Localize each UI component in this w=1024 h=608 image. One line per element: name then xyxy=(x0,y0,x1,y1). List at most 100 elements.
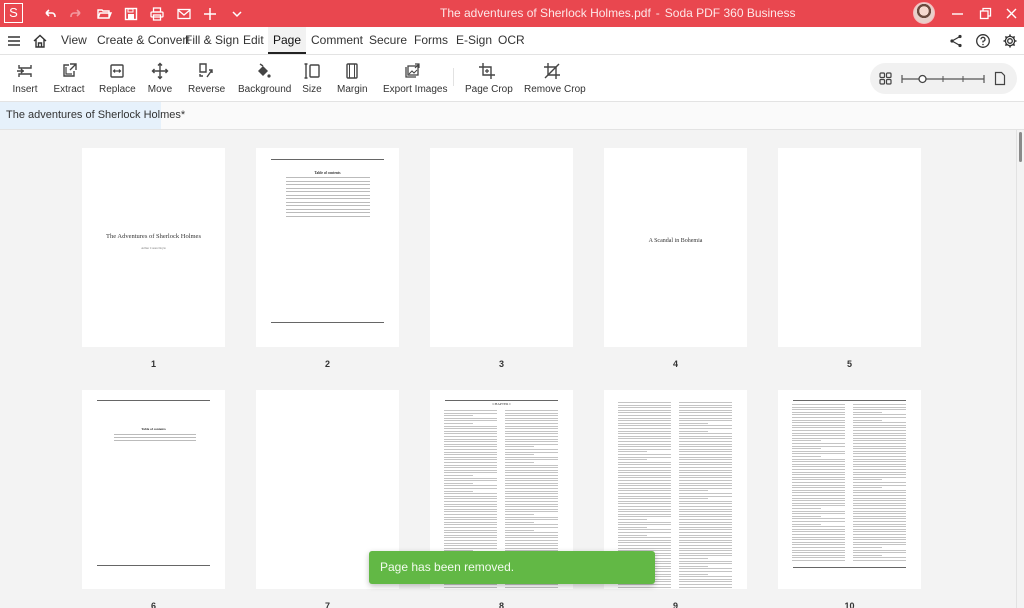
menu-e-sign[interactable]: E-Sign xyxy=(456,27,492,54)
page-crop-button[interactable]: Page Crop xyxy=(465,61,513,95)
replace-button[interactable]: Replace xyxy=(99,61,136,95)
text-line xyxy=(679,511,732,513)
text-line xyxy=(505,482,558,484)
grid-view-icon[interactable] xyxy=(879,72,892,85)
text-line xyxy=(505,524,558,526)
menu-forms[interactable]: Forms xyxy=(414,27,448,54)
text-line xyxy=(444,417,497,419)
text-line xyxy=(853,440,906,442)
page-number-1: 1 xyxy=(150,359,156,369)
text-line xyxy=(679,573,709,575)
export-images-button[interactable]: Export Images xyxy=(383,61,447,95)
undo-icon[interactable] xyxy=(39,4,61,23)
text-line xyxy=(792,552,845,554)
text-line xyxy=(679,417,732,419)
text-line xyxy=(618,542,671,544)
share-icon[interactable] xyxy=(947,32,965,50)
text-line xyxy=(853,443,906,444)
save-icon[interactable] xyxy=(120,4,142,23)
text-line xyxy=(792,435,845,437)
text-line xyxy=(853,544,906,546)
minimize-icon[interactable] xyxy=(946,4,968,23)
page-thumbnail-2[interactable]: Table of contents xyxy=(256,148,399,347)
background-button[interactable]: Background xyxy=(238,61,291,95)
text-line xyxy=(444,454,497,456)
zoom-slider[interactable] xyxy=(900,71,988,87)
reverse-label: Reverse xyxy=(188,84,226,95)
hamburger-menu-icon[interactable] xyxy=(5,32,23,50)
page-thumbnail-10[interactable] xyxy=(778,390,921,589)
home-icon[interactable] xyxy=(31,32,49,50)
user-avatar[interactable] xyxy=(913,2,935,24)
print-icon[interactable] xyxy=(146,4,168,23)
text-line xyxy=(505,586,558,588)
text-line xyxy=(792,458,845,460)
text-line xyxy=(679,454,732,455)
single-page-view-icon[interactable] xyxy=(994,71,1006,86)
menu-create-convert[interactable]: Create & Convert xyxy=(97,27,190,54)
text-line xyxy=(505,412,558,414)
text-line xyxy=(679,503,732,505)
text-line xyxy=(792,541,845,543)
size-button[interactable]: Size xyxy=(300,61,324,95)
menu-secure[interactable]: Secure xyxy=(369,27,407,54)
toc-heading: Table of contents xyxy=(314,171,341,175)
page-thumbnail-6[interactable]: Table of contents xyxy=(82,390,225,589)
margin-button[interactable]: Margin xyxy=(337,61,368,95)
menu-comment[interactable]: Comment xyxy=(311,27,363,54)
move-button[interactable]: Move xyxy=(147,61,173,95)
text-line xyxy=(679,446,732,448)
text-line xyxy=(792,534,845,535)
text-line xyxy=(679,407,732,409)
text-line xyxy=(679,438,732,440)
reverse-button[interactable]: Reverse xyxy=(188,61,226,95)
page-thumbnail-1[interactable]: The Adventures of Sherlock Holmes Arthur… xyxy=(82,148,225,347)
open-icon[interactable] xyxy=(93,4,115,23)
text-line xyxy=(679,560,732,562)
page-thumbnail-4[interactable]: A Scandal in Bohemia xyxy=(604,148,747,347)
text-line xyxy=(618,420,671,422)
text-line xyxy=(505,514,535,515)
page-thumbnail-3[interactable] xyxy=(430,148,573,347)
text-line xyxy=(444,412,497,414)
help-icon[interactable] xyxy=(974,32,992,50)
page-number-6: 6 xyxy=(150,601,156,608)
text-line xyxy=(444,485,497,487)
zoom-slider-handle[interactable] xyxy=(918,74,927,84)
remove-crop-button[interactable]: Remove Crop xyxy=(524,61,586,95)
text-line xyxy=(792,523,822,525)
settings-icon[interactable] xyxy=(1001,32,1019,50)
app-logo[interactable]: S xyxy=(4,3,23,23)
text-line xyxy=(853,404,906,405)
text-line xyxy=(853,526,906,528)
extract-button[interactable]: Extract xyxy=(53,61,85,95)
text-line xyxy=(618,482,671,484)
restore-icon[interactable] xyxy=(974,4,996,23)
remove-crop-icon xyxy=(524,61,580,81)
insert-button[interactable]: Insert xyxy=(10,61,40,95)
vertical-scrollbar[interactable] xyxy=(1016,130,1024,608)
page-thumbnail-5[interactable] xyxy=(778,148,921,347)
text-line xyxy=(505,459,558,461)
menu-fill-sign[interactable]: Fill & Sign xyxy=(185,27,239,54)
menu-edit[interactable]: Edit xyxy=(243,27,264,54)
document-tab[interactable]: The adventures of Sherlock Holmes* xyxy=(0,102,185,129)
text-line xyxy=(853,414,906,416)
menu-ocr[interactable]: OCR xyxy=(498,27,525,54)
close-icon[interactable] xyxy=(1000,4,1022,23)
text-line xyxy=(792,466,845,468)
text-line xyxy=(679,443,732,445)
text-line xyxy=(618,461,671,463)
menu-page[interactable]: Page xyxy=(268,27,307,54)
redo-icon[interactable] xyxy=(65,4,87,23)
toc-line xyxy=(286,180,370,182)
menu-view[interactable]: View xyxy=(61,27,87,54)
text-line xyxy=(679,516,732,518)
text-line xyxy=(444,430,497,432)
email-icon[interactable] xyxy=(173,4,195,23)
more-icon[interactable] xyxy=(226,4,248,23)
text-line xyxy=(853,456,906,457)
scrollbar-thumb[interactable] xyxy=(1019,132,1022,162)
text-line xyxy=(444,436,497,437)
new-icon[interactable] xyxy=(199,4,221,23)
